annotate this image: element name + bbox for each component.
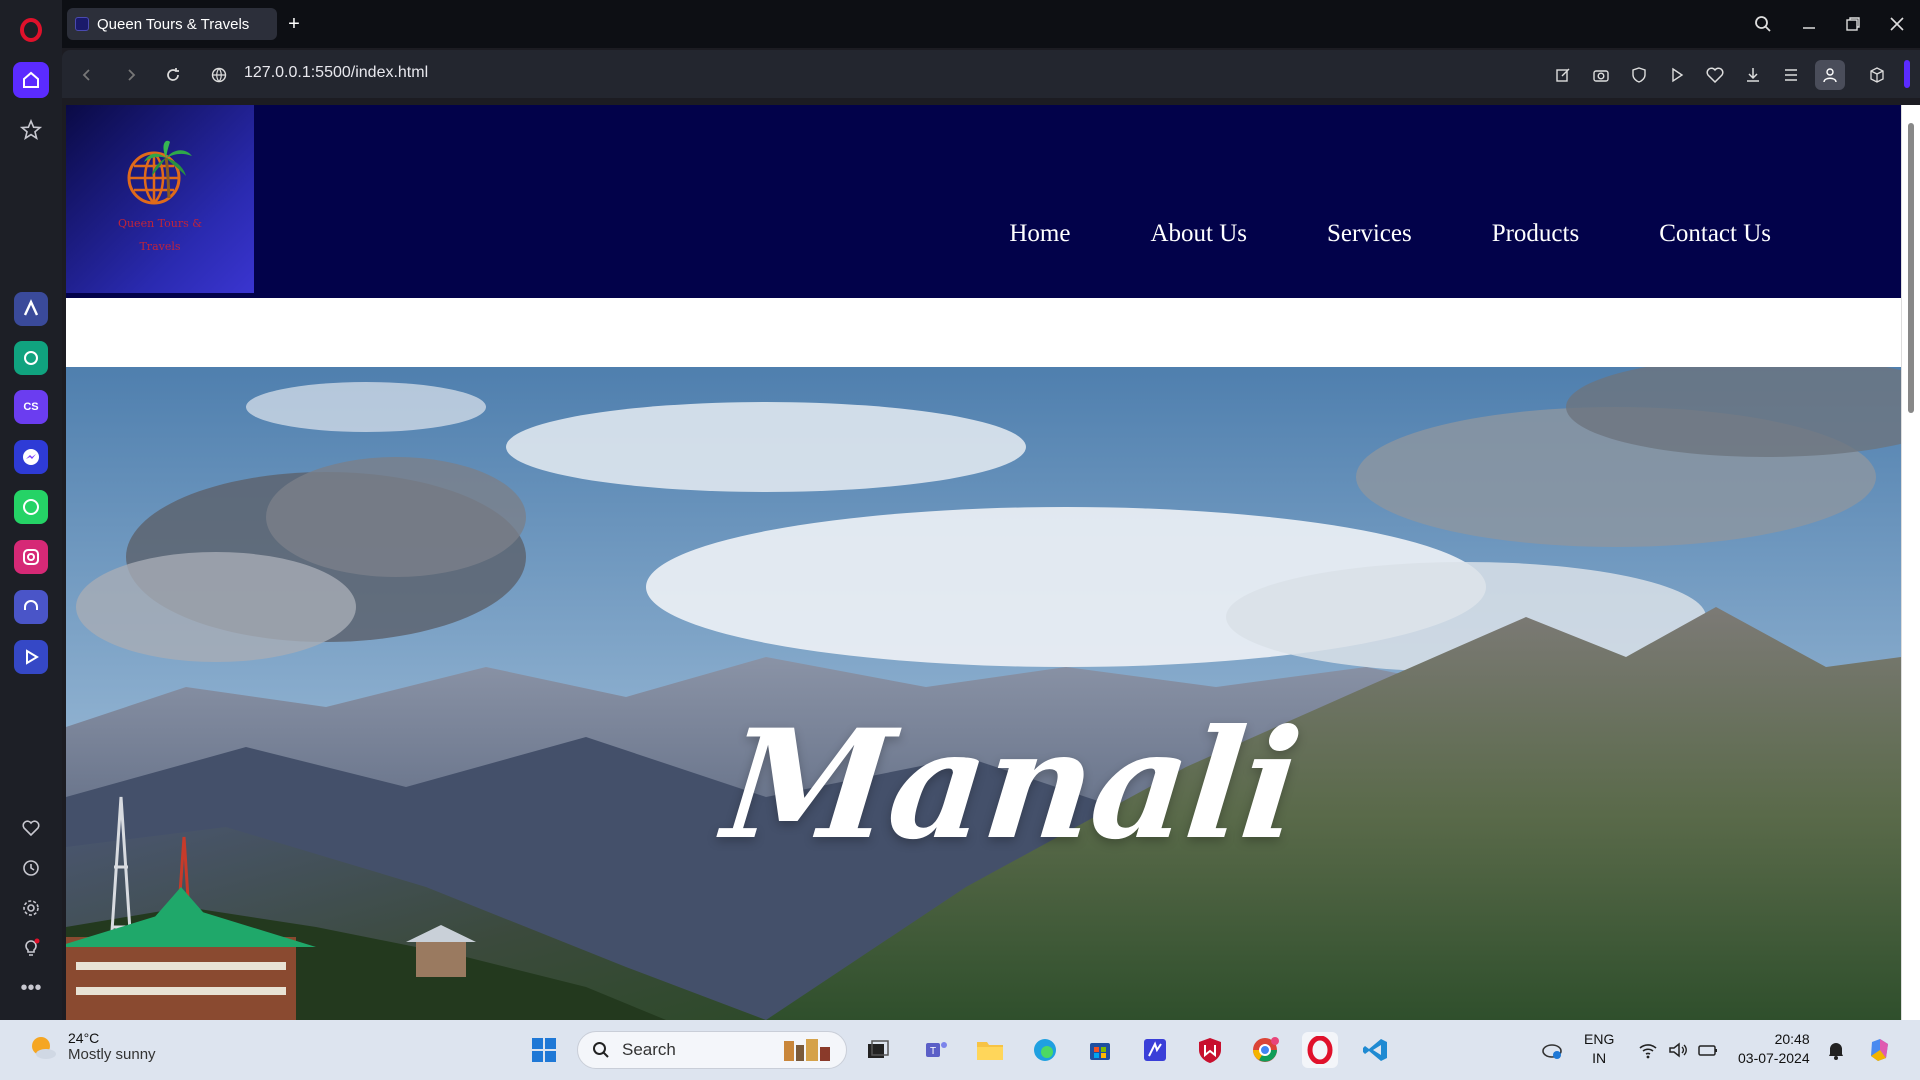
history-icon[interactable] [13,850,49,886]
main-nav: Home About Us Services Products Contact … [1009,220,1771,248]
new-tab-button[interactable]: + [282,12,306,36]
close-icon[interactable] [1882,10,1912,38]
minimize-icon[interactable] [1794,10,1824,38]
teams-icon[interactable]: T [918,1032,954,1068]
logo-text: Queen Tours & Travels [117,217,203,253]
hero-banner: Manali [66,367,1901,1020]
nav-contact-us[interactable]: Contact Us [1659,220,1771,248]
more-icon[interactable]: ••• [13,970,49,1006]
task-view-icon[interactable] [860,1032,896,1068]
nav-services[interactable]: Services [1327,220,1412,248]
opera-logo-icon[interactable] [13,12,49,48]
reload-icon[interactable] [160,62,186,88]
tab-title: Queen Tours & Travels [97,15,250,33]
onedrive-icon[interactable] [1534,1032,1570,1068]
page-viewport: Queen Tours & Travels Home About Us Serv… [66,105,1901,1020]
settings-gear-icon[interactable] [13,890,49,926]
chatgpt-icon[interactable] [14,341,48,375]
title-bar: Queen Tours & Travels + [62,0,1920,48]
opera-sidebar: CS ••• [0,0,62,1020]
search-icon [593,1042,609,1058]
sun-cloud-icon [32,1036,56,1059]
url-field[interactable]: 127.0.0.1:5500/index.html [244,64,428,82]
whatsapp-icon[interactable] [14,490,48,524]
vscode-icon[interactable] [1357,1032,1393,1068]
file-explorer-icon[interactable] [972,1032,1008,1068]
extensions-cube-icon[interactable] [1864,62,1890,88]
clock-time: 20:48 [1774,1031,1810,1047]
opera-taskbar-icon[interactable] [1302,1032,1338,1068]
windows-start-icon[interactable] [526,1032,562,1068]
taskbar: 24°C Mostly sunny Search T ENG IN 20:48 … [0,1020,1920,1080]
weather-description: Mostly sunny [68,1046,156,1063]
site-info-globe-icon[interactable] [206,62,232,88]
nav-about-us[interactable]: About Us [1150,220,1247,248]
search-highlight-icon [784,1039,830,1061]
address-bar: 127.0.0.1:5500/index.html [62,50,1920,98]
svg-text:T: T [930,1046,936,1057]
clock[interactable]: 20:48 03-07-2024 [1738,1030,1810,1068]
notification-bell-icon[interactable] [1818,1032,1854,1068]
weather-widget[interactable]: 24°C Mostly sunny [28,1030,156,1063]
mcafee-shield-icon[interactable] [1192,1032,1228,1068]
battery-icon[interactable] [1690,1032,1726,1068]
site-header: Queen Tours & Travels Home About Us Serv… [66,105,1901,298]
download-icon[interactable] [1740,62,1766,88]
restore-icon[interactable] [1838,10,1868,38]
scroll-thumb[interactable] [1908,123,1914,413]
language-code: ENG [1584,1031,1615,1047]
messenger-icon[interactable] [14,440,48,474]
instagram-icon[interactable] [14,540,48,574]
home-icon[interactable] [13,62,49,98]
sidebar-toggle[interactable] [1904,60,1910,88]
tab-queen-tours[interactable]: Queen Tours & Travels [67,8,277,40]
adblock-shield-icon[interactable] [1626,62,1652,88]
region-code: IN [1592,1050,1607,1066]
edit-note-icon[interactable] [1550,62,1576,88]
search-tabs-icon[interactable] [1748,10,1778,38]
chatsonic-icon[interactable]: CS [14,390,48,424]
snapshot-camera-icon[interactable] [1588,62,1614,88]
player-icon[interactable] [14,640,48,674]
back-icon[interactable] [74,62,100,88]
favicon-icon [75,17,89,31]
weather-temperature: 24°C [68,1030,100,1046]
bookmark-heart-icon[interactable] [1702,62,1728,88]
forward-icon[interactable] [118,62,144,88]
aria-icon[interactable] [14,292,48,326]
nav-products[interactable]: Products [1492,220,1580,248]
globe-palm-logo-icon [127,140,192,205]
site-logo[interactable]: Queen Tours & Travels [66,105,254,293]
chrome-icon[interactable] [1247,1032,1283,1068]
page-scrollbar[interactable] [1901,105,1920,1020]
pen-app-icon[interactable] [1137,1032,1173,1068]
edge-icon[interactable] [1027,1032,1063,1068]
heart-icon[interactable] [13,810,49,846]
profile-icon[interactable] [1815,60,1845,90]
language-indicator[interactable]: ENG IN [1584,1030,1614,1068]
music-player-icon[interactable] [14,590,48,624]
player-play-icon[interactable] [1664,62,1690,88]
microsoft-store-icon[interactable] [1082,1032,1118,1068]
nav-home[interactable]: Home [1009,220,1070,248]
mountain-landscape-image [66,367,1901,1020]
copilot-icon[interactable] [1862,1032,1898,1068]
hero-title: Manali [716,697,1307,873]
taskbar-search[interactable]: Search [577,1031,847,1069]
star-icon[interactable] [13,112,49,148]
clock-date: 03-07-2024 [1738,1050,1810,1066]
lightbulb-icon[interactable] [13,930,49,966]
easy-setup-menu-icon[interactable] [1778,62,1804,88]
search-label: Search [622,1040,676,1059]
